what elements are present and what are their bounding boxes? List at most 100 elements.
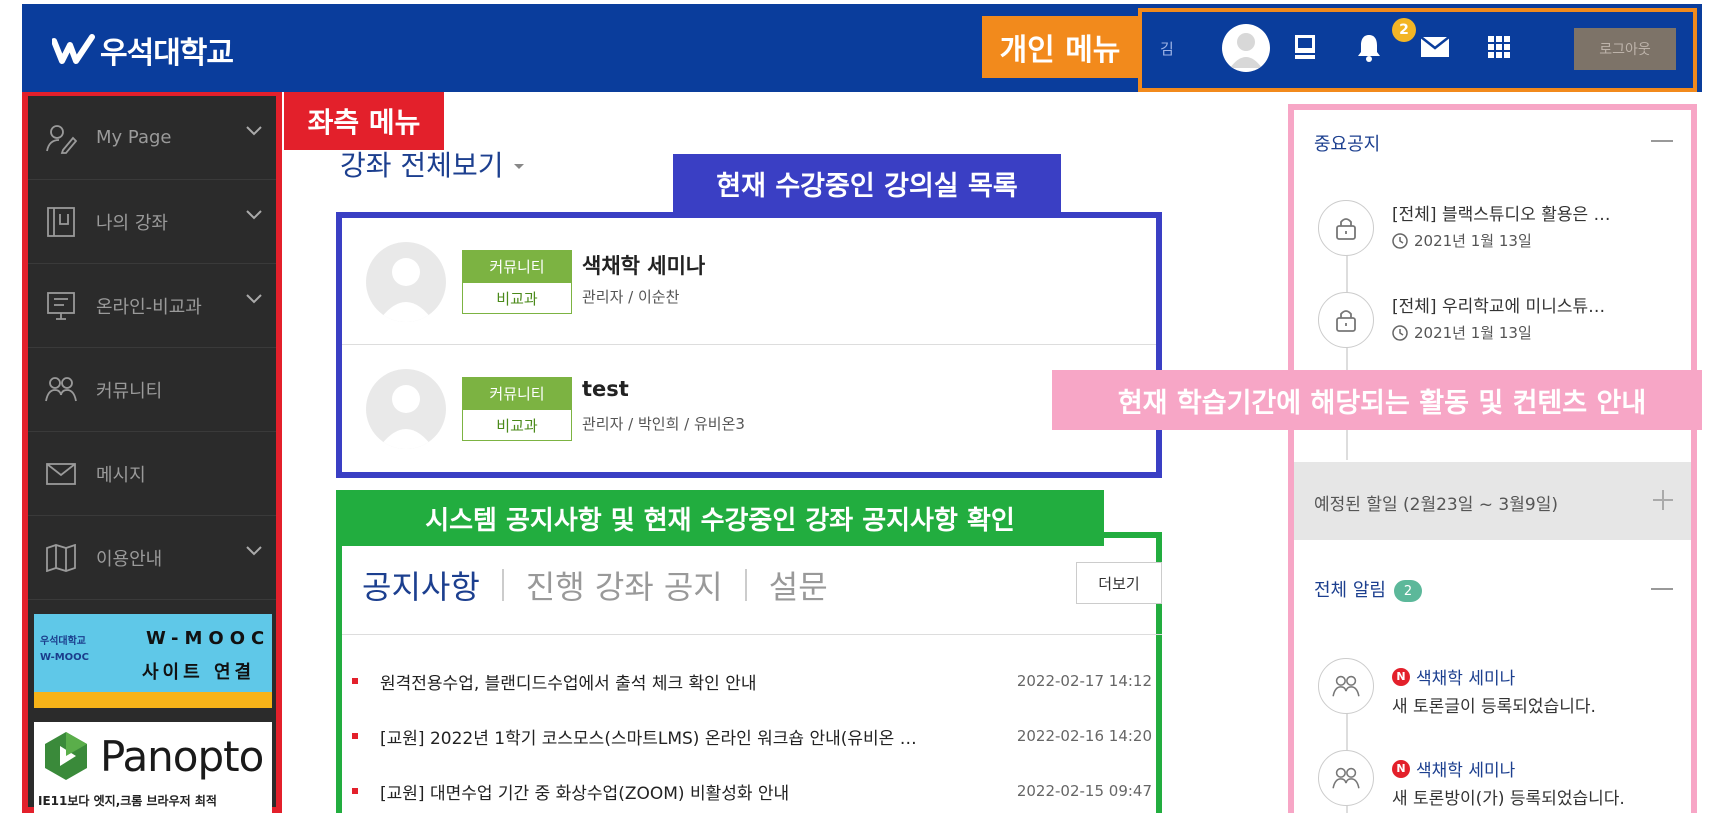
wmooc-title: W-MOOC [146,628,271,649]
important-notices-title: 중요공지 [1314,134,1381,155]
apps-grid-icon[interactable] [1482,30,1516,64]
chevron-down-icon[interactable] [246,210,262,220]
notice-title[interactable]: 원격전용수업, 블랜디드수업에서 출석 체크 확인 안내 [380,669,997,694]
callout-current-courses: 현재 수강중인 강의실 목록 [673,154,1061,212]
important-notice-title[interactable]: [전체] 우리학교에 미니스튜… [1392,292,1682,317]
panopto-logo-icon [45,732,87,780]
course-name[interactable]: 색채학 세미나 [582,250,705,280]
notice-item[interactable]: [교원] 2022년 1학기 코스모스(스마트LMS) 온라인 워크숍 안내(유… [352,721,1152,751]
chevron-down-icon[interactable] [246,126,262,136]
notice-title[interactable]: [교원] 대면수업 기간 중 화상수업(ZOOM) 비활성화 안내 [380,779,997,804]
notice-item[interactable]: 원격전용수업, 블랜디드수업에서 출석 체크 확인 안내 2022-02-17 … [352,666,1152,696]
right-panel: 중요공지 [전체] 블랙스튜디오 활용은 … 2021년 1월 13일 [전체]… [1288,104,1697,813]
sidebar-item-label: 나의 강좌 [96,212,168,234]
course-view-all-dropdown[interactable]: 강좌 전체보기 [340,144,525,184]
avatar-silhouette-icon [378,258,434,322]
upcoming-todo-label: 예정된 할일 (2월23일 ~ 3월9일) [1314,495,1558,515]
chevron-down-icon[interactable] [246,294,262,304]
course-type-tag: 비교과 [462,282,572,314]
alert-message[interactable]: 새 토론방이(가) 등록되었습니다. [1392,784,1625,809]
upcoming-todo-bar[interactable]: 예정된 할일 (2월23일 ~ 3월9일) [1294,462,1691,540]
course-list: 커뮤니티 비교과 색채학 세미나 관리자 / 이순찬 커뮤니티 비교과 test… [336,212,1162,478]
user-name[interactable]: 김 [1160,38,1174,59]
group-icon [1318,750,1374,806]
notice-panel: 공지사항 진행 강좌 공지 설문 더보기 원격전용수업, 블랜디드수업에서 출석… [336,532,1162,813]
alert-course[interactable]: N 색채학 세미나 [1392,664,1515,689]
lms-dashboard: 우석대학교 개인 메뉴 김 2 로그아웃 My Page 나의 강좌 온라인-비… [22,4,1702,813]
logo-mark-icon [52,34,95,64]
notice-title[interactable]: [교원] 2022년 1학기 코스모스(스마트LMS) 온라인 워크숍 안내(유… [380,724,997,749]
alert-course[interactable]: N 색채학 세미나 [1392,756,1515,781]
university-logo[interactable]: 우석대학교 [52,28,234,72]
wmooc-banner[interactable]: 우석대학교 W-MOOC W-MOOC 사이트 연결 [34,614,272,708]
all-alerts-title: 전체 알림 2 [1314,576,1422,602]
course-type-tag: 비교과 [462,409,572,441]
notice-tabs: 공지사항 진행 강좌 공지 설문 [362,562,828,608]
alerts-count-badge: 2 [1393,580,1422,602]
course-category-tag: 커뮤니티 [462,377,572,409]
mail-icon[interactable] [1418,30,1452,64]
collapse-icon[interactable] [1651,588,1673,590]
tab-separator [501,569,504,601]
banner-stripe [34,692,272,708]
course-category-tag: 커뮤니티 [462,250,572,282]
sidebar-item-community[interactable]: 커뮤니티 [28,348,276,432]
avatar-silhouette-icon [378,385,434,449]
important-notice-title[interactable]: [전체] 블랙스튜디오 활용은 … [1392,200,1682,225]
course-row[interactable]: 커뮤니티 비교과 test 관리자 / 박인희 / 유비온3 [342,345,1156,472]
mail-icon [44,457,78,491]
caret-down-icon [514,164,525,169]
callout-left-menu: 좌측 메뉴 [284,92,444,150]
logo-text: 우석대학교 [100,36,234,71]
map-icon [44,541,78,575]
sidebar-item-mypage[interactable]: My Page [28,96,276,180]
top-header: 우석대학교 개인 메뉴 김 2 로그아웃 [22,4,1702,92]
course-view-title: 강좌 전체보기 [340,149,504,182]
notice-date: 2022-02-15 09:47 [1016,782,1152,800]
logout-button[interactable]: 로그아웃 [1574,28,1676,70]
tab-notices[interactable]: 공지사항 [362,562,480,608]
important-notice-date: 2021년 1월 13일 [1392,230,1532,251]
new-badge: N [1392,759,1410,778]
alert-message[interactable]: 새 토론글이 등록되었습니다. [1392,692,1596,717]
clock-icon [1392,324,1408,341]
divider [342,634,1162,635]
bullet [352,733,358,739]
wmooc-small-text: 우석대학교 W-MOOC [40,636,90,663]
course-name[interactable]: test [582,377,629,401]
new-badge: N [1392,667,1410,686]
tab-course-notices[interactable]: 진행 강좌 공지 [526,562,723,608]
course-row[interactable]: 커뮤니티 비교과 색채학 세미나 관리자 / 이순찬 [342,218,1156,345]
tab-separator [744,569,747,601]
lock-icon [1318,200,1374,256]
sidebar-item-online-extracurricular[interactable]: 온라인-비교과 [28,264,276,348]
course-staff: 관리자 / 이순찬 [582,288,680,306]
important-notice-date: 2021년 1월 13일 [1392,322,1532,343]
more-button[interactable]: 더보기 [1076,562,1162,604]
panopto-banner[interactable]: Panopto IE11보다 엣지,크롬 브라우저 최적 [34,722,272,813]
tab-survey[interactable]: 설문 [769,562,828,608]
notice-item[interactable]: [교원] 대면수업 기간 중 화상수업(ZOOM) 비활성화 안내 2022-0… [352,776,1152,806]
sidebar-item-guide[interactable]: 이용안내 [28,516,276,600]
dashboard-icon[interactable] [1288,30,1322,64]
bullet [352,678,358,684]
plus-icon[interactable] [1651,488,1675,512]
course-staff: 관리자 / 박인희 / 유비온3 [582,415,745,433]
user-avatar[interactable] [1222,24,1270,72]
clock-icon [1392,232,1408,249]
sidebar-item-messages[interactable]: 메시지 [28,432,276,516]
chevron-down-icon[interactable] [246,546,262,556]
wmooc-subtitle: 사이트 연결 [142,662,256,683]
panopto-subtitle: IE11보다 엣지,크롬 브라우저 최적 [38,794,217,808]
collapse-icon[interactable] [1651,140,1673,142]
sidebar-item-label: 이용안내 [96,548,163,570]
callout-notices: 시스템 공지사항 및 현재 수강중인 강좌 공지사항 확인 [336,490,1104,546]
bullet [352,788,358,794]
group-icon [1318,658,1374,714]
sidebar-item-my-courses[interactable]: 나의 강좌 [28,180,276,264]
monitor-icon [44,289,78,323]
group-icon [44,373,78,407]
bell-icon[interactable] [1352,30,1386,64]
notification-badge: 2 [1392,18,1416,42]
course-avatar [366,369,446,449]
